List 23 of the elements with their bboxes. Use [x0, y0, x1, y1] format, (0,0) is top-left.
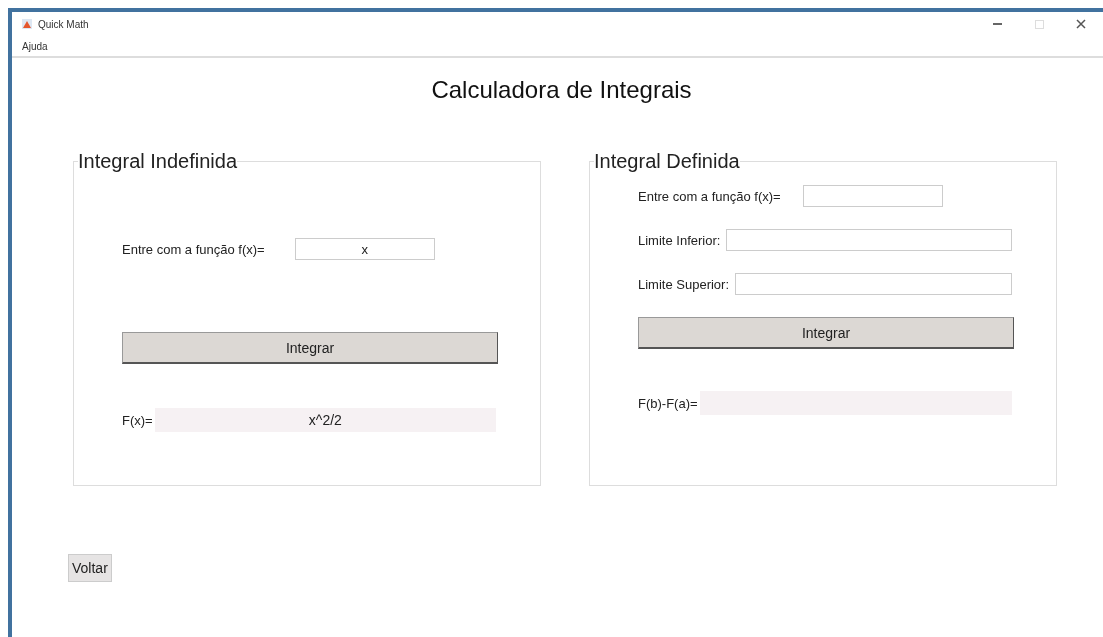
page-heading: Calculadora de Integrais: [430, 76, 693, 104]
text-field[interactable]: [802, 185, 943, 207]
maximize-icon[interactable]: [1034, 19, 1044, 29]
result-field: x^2/2: [154, 408, 496, 432]
text-field[interactable]: x: [294, 238, 435, 260]
result-label: F(x)=: [122, 412, 153, 428]
integrate-button[interactable]: Integrar: [122, 332, 498, 364]
text-field[interactable]: [735, 273, 1012, 295]
close-icon[interactable]: [1076, 19, 1086, 29]
field-label: Limite Superior:: [638, 276, 730, 292]
result-label: F(b)-F(a)=: [638, 395, 698, 411]
text-field[interactable]: [726, 229, 1012, 251]
window-title: Quick Math: [38, 18, 90, 30]
panel-title: Integral Indefinida: [78, 150, 237, 173]
field-label: Limite Inferior:: [638, 232, 721, 248]
field-label: Entre com a função f(x)=: [122, 241, 265, 257]
panel-title: Integral Definida: [594, 150, 740, 173]
menu-item[interactable]: Ajuda: [22, 40, 48, 52]
field-label: Entre com a função f(x)=: [638, 188, 781, 204]
minimize-icon[interactable]: [992, 23, 1002, 25]
back-button[interactable]: Voltar: [68, 554, 112, 582]
integrate-button[interactable]: Integrar: [638, 317, 1014, 349]
app-icon: [22, 19, 32, 29]
